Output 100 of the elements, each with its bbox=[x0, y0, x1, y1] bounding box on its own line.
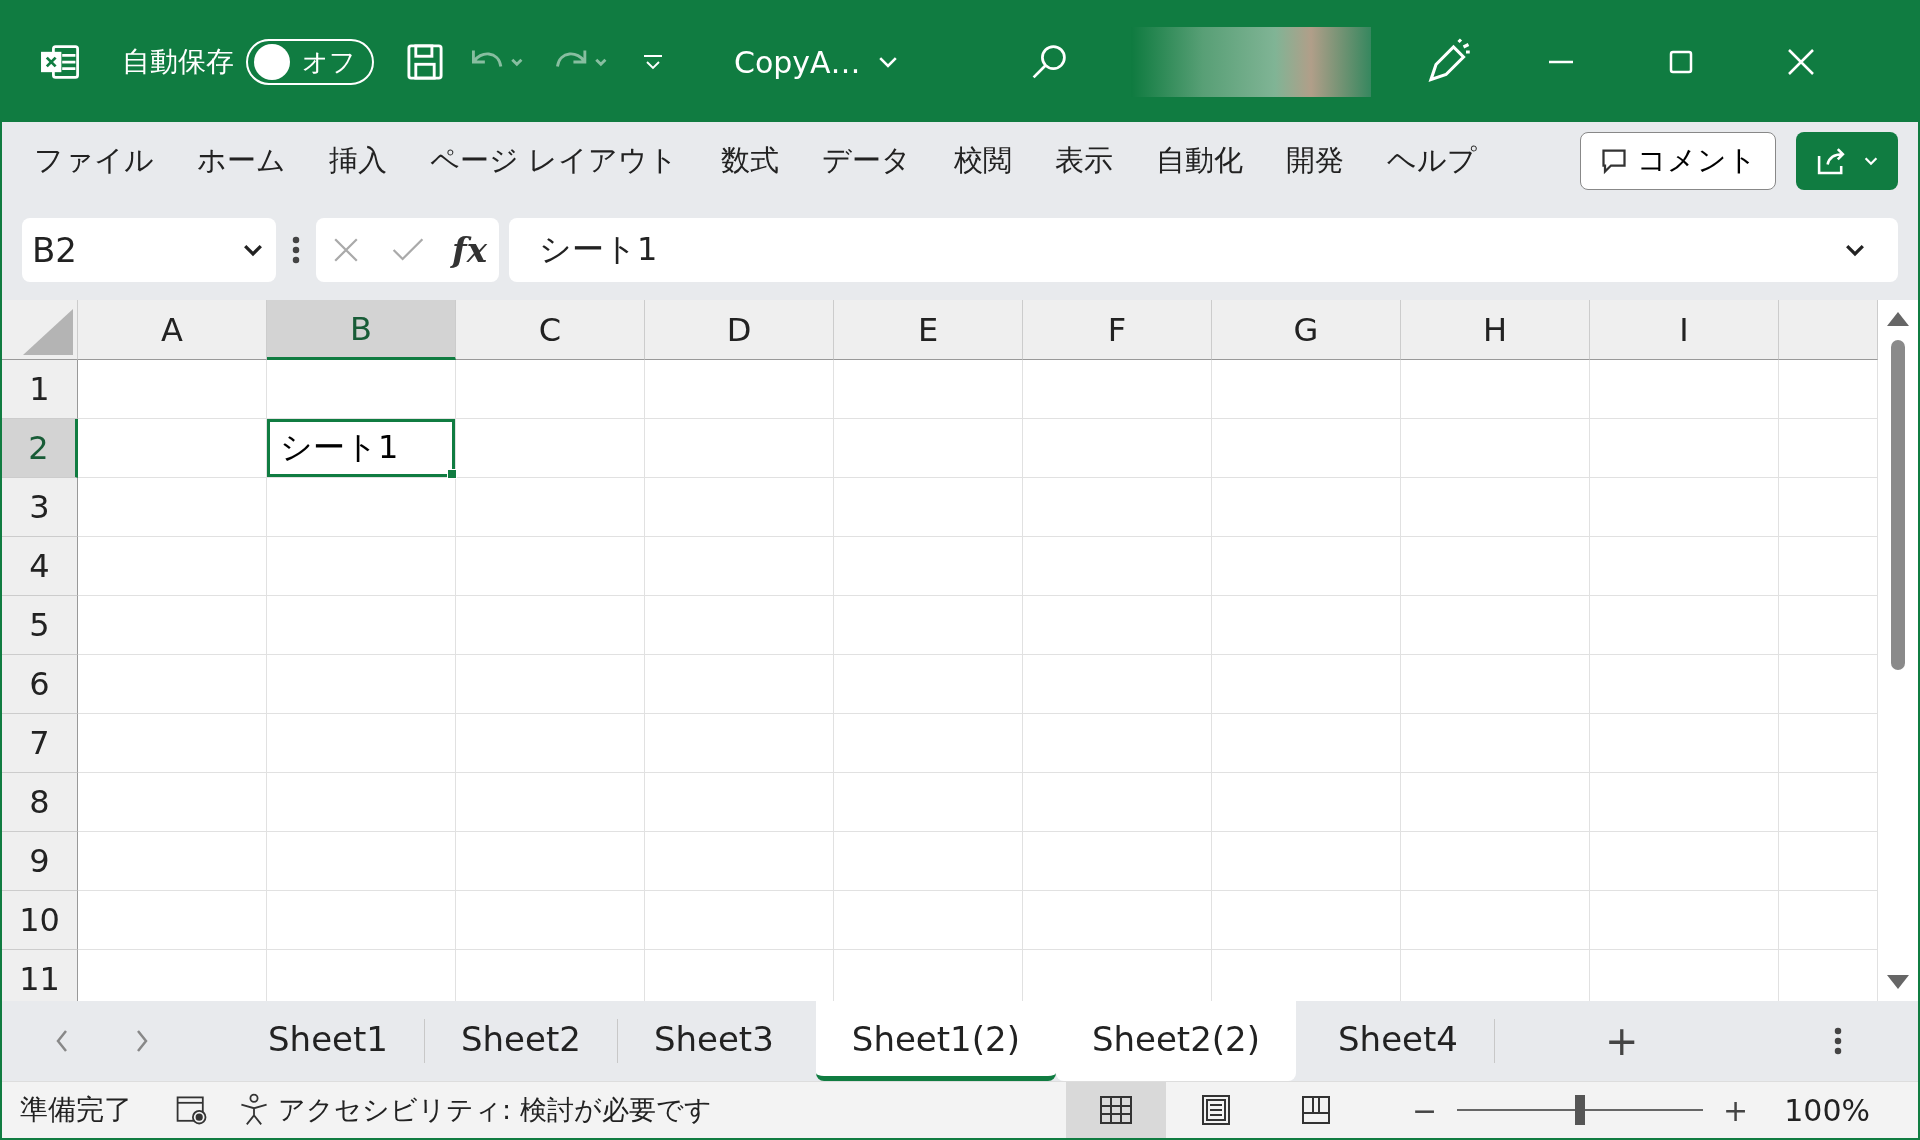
grid-cell[interactable] bbox=[1023, 891, 1212, 950]
grid-cell[interactable] bbox=[834, 832, 1023, 891]
grid-cell[interactable] bbox=[645, 832, 834, 891]
grid-cell[interactable] bbox=[834, 655, 1023, 714]
grid-cell[interactable] bbox=[1590, 832, 1779, 891]
grid-cell[interactable] bbox=[456, 714, 645, 773]
grid-cell[interactable] bbox=[1212, 891, 1401, 950]
grid-cell[interactable] bbox=[1590, 714, 1779, 773]
grid-cell[interactable] bbox=[267, 596, 456, 655]
scroll-down-icon[interactable] bbox=[1887, 975, 1909, 991]
zoom-in-button[interactable]: + bbox=[1717, 1091, 1755, 1129]
sheet-tab[interactable]: Sheet3 bbox=[617, 1001, 810, 1081]
grid-cell[interactable] bbox=[78, 360, 267, 419]
grid-cell[interactable] bbox=[1212, 537, 1401, 596]
grid-cell[interactable] bbox=[78, 537, 267, 596]
row-header[interactable]: 8 bbox=[2, 773, 78, 832]
grid-cell[interactable] bbox=[1401, 596, 1590, 655]
ribbon-tab[interactable]: 数式 bbox=[703, 141, 798, 181]
column-header[interactable]: F bbox=[1023, 300, 1212, 360]
grid-cell[interactable] bbox=[1590, 419, 1779, 478]
grid-cell[interactable] bbox=[834, 478, 1023, 537]
grid-cell[interactable] bbox=[1590, 773, 1779, 832]
grid-cell[interactable] bbox=[645, 596, 834, 655]
grid-cell[interactable] bbox=[267, 832, 456, 891]
comment-button[interactable]: コメント bbox=[1580, 132, 1776, 190]
zoom-out-button[interactable]: − bbox=[1405, 1091, 1444, 1129]
grid-cell[interactable] bbox=[1023, 360, 1212, 419]
ribbon-tab[interactable]: ホーム bbox=[179, 141, 304, 181]
scrollbar-thumb[interactable] bbox=[1891, 340, 1905, 670]
row-header[interactable]: 4 bbox=[2, 537, 78, 596]
column-header[interactable]: G bbox=[1212, 300, 1401, 360]
insert-function-button[interactable]: fx bbox=[452, 230, 487, 270]
grid-cell[interactable] bbox=[456, 419, 645, 478]
grid-cell[interactable] bbox=[834, 537, 1023, 596]
ribbon-tab[interactable]: 自動化 bbox=[1138, 141, 1262, 181]
grid-cell[interactable] bbox=[1401, 419, 1590, 478]
grid-cell[interactable] bbox=[645, 891, 834, 950]
ribbon-tab[interactable]: ヘルプ bbox=[1369, 141, 1496, 181]
grid-cell[interactable] bbox=[1590, 891, 1779, 950]
grid-cell[interactable] bbox=[1401, 360, 1590, 419]
grid-cell[interactable] bbox=[834, 419, 1023, 478]
grid-cell[interactable] bbox=[78, 714, 267, 773]
grid-cell[interactable] bbox=[456, 596, 645, 655]
grid-cell[interactable] bbox=[645, 714, 834, 773]
add-sheet-button[interactable]: + bbox=[1584, 1001, 1659, 1081]
ribbon-tab[interactable]: データ bbox=[804, 141, 930, 181]
grid-cell[interactable] bbox=[1212, 419, 1401, 478]
grid-cell[interactable] bbox=[1401, 891, 1590, 950]
grid-cell[interactable] bbox=[1401, 832, 1590, 891]
row-header[interactable]: 1 bbox=[2, 360, 78, 419]
grid-cell[interactable] bbox=[645, 478, 834, 537]
zoom-slider-thumb[interactable] bbox=[1575, 1095, 1586, 1125]
row-header[interactable]: 10 bbox=[2, 891, 78, 950]
grid-cell[interactable] bbox=[456, 773, 645, 832]
column-header[interactable]: E bbox=[834, 300, 1023, 360]
autosave-toggle[interactable]: オフ bbox=[246, 39, 374, 85]
grid-cell[interactable] bbox=[1401, 773, 1590, 832]
grid-cell[interactable] bbox=[1212, 832, 1401, 891]
active-cell[interactable]: シート1 bbox=[267, 419, 455, 477]
column-header[interactable]: B bbox=[267, 300, 456, 360]
grid-cell[interactable] bbox=[834, 891, 1023, 950]
sheet-tab[interactable]: Sheet2(2) bbox=[1055, 1001, 1296, 1081]
grid-cell[interactable] bbox=[834, 596, 1023, 655]
ribbon-tab[interactable]: 校閲 bbox=[936, 141, 1031, 181]
grid-cell[interactable] bbox=[267, 537, 456, 596]
ribbon-tab[interactable]: 挿入 bbox=[311, 141, 405, 181]
grid-cell[interactable] bbox=[267, 655, 456, 714]
grid-cell[interactable] bbox=[78, 596, 267, 655]
grid-cell[interactable] bbox=[456, 655, 645, 714]
grid-cell[interactable] bbox=[645, 655, 834, 714]
share-button[interactable] bbox=[1796, 132, 1898, 190]
row-header[interactable]: 2 bbox=[2, 419, 78, 478]
row-header[interactable]: 11 bbox=[2, 950, 78, 1001]
grid-cell[interactable] bbox=[78, 773, 267, 832]
grid-cell[interactable] bbox=[834, 773, 1023, 832]
sheet-tab[interactable]: Sheet2 bbox=[424, 1001, 617, 1081]
grid-cell[interactable] bbox=[1023, 478, 1212, 537]
grid-cell[interactable] bbox=[1401, 714, 1590, 773]
sheet-tab[interactable]: Sheet1 bbox=[232, 1001, 424, 1081]
grid-cell[interactable] bbox=[1590, 478, 1779, 537]
ribbon-tab[interactable]: 表示 bbox=[1037, 141, 1132, 181]
grid-cell[interactable] bbox=[78, 891, 267, 950]
grid-cell[interactable] bbox=[456, 832, 645, 891]
column-header[interactable]: A bbox=[78, 300, 267, 360]
grid-cell[interactable] bbox=[645, 537, 834, 596]
grid-cell[interactable] bbox=[78, 478, 267, 537]
column-header[interactable]: C bbox=[456, 300, 645, 360]
grid-cell[interactable] bbox=[267, 478, 456, 537]
ribbon-tab[interactable]: ページ レイアウト bbox=[412, 141, 697, 181]
grid-cell[interactable] bbox=[645, 360, 834, 419]
grid-cell[interactable] bbox=[456, 537, 645, 596]
sheet-tab[interactable]: Sheet1(2) bbox=[815, 1001, 1056, 1081]
grid-cell[interactable] bbox=[456, 360, 645, 419]
grid-cell[interactable] bbox=[1401, 655, 1590, 714]
grid-cell[interactable] bbox=[1023, 714, 1212, 773]
row-header[interactable]: 5 bbox=[2, 596, 78, 655]
zoom-level[interactable]: 100% bbox=[1784, 1092, 1870, 1128]
ribbon-tab[interactable]: ファイル bbox=[16, 141, 172, 181]
column-header[interactable]: H bbox=[1401, 300, 1590, 360]
grid-cell[interactable] bbox=[267, 773, 456, 832]
